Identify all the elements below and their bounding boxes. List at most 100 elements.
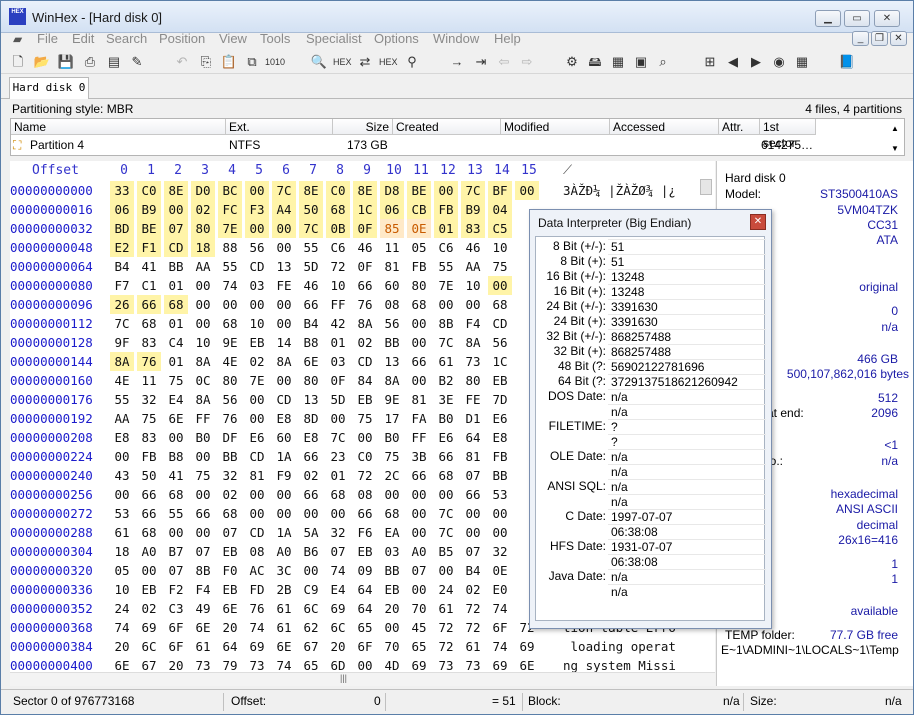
interpreter-value[interactable]: 1997-07-07 (608, 509, 766, 524)
hex-byte[interactable]: 03 (245, 276, 269, 295)
menu-view[interactable]: View (219, 31, 247, 46)
hex-byte[interactable]: 00 (110, 485, 134, 504)
hex-byte[interactable]: 64 (461, 428, 485, 447)
hex-byte[interactable]: 11 (380, 238, 404, 257)
hex-byte[interactable]: 00 (461, 295, 485, 314)
hex-byte[interactable]: 3E (434, 390, 458, 409)
hex-byte[interactable]: 81 (245, 466, 269, 485)
hex-byte[interactable]: A0 (272, 542, 296, 561)
hex-byte[interactable]: 00 (407, 371, 431, 390)
hex-byte[interactable]: 7C (461, 181, 485, 200)
hex-byte[interactable]: 61 (434, 352, 458, 371)
hex-byte[interactable]: 10 (191, 333, 215, 352)
hex-byte[interactable]: C5 (488, 219, 512, 238)
hex-byte[interactable]: 8B (191, 561, 215, 580)
hex-byte[interactable]: 10 (245, 314, 269, 333)
hex-byte[interactable]: 61 (272, 618, 296, 637)
hex-byte[interactable]: FE (272, 276, 296, 295)
hex-byte[interactable]: 66 (407, 466, 431, 485)
hex-byte[interactable]: 00 (272, 371, 296, 390)
hex-byte[interactable]: 09 (353, 561, 377, 580)
hex-byte[interactable]: C3 (164, 599, 188, 618)
ascii-text[interactable]: loading operat (563, 637, 676, 656)
hex-byte[interactable]: 6E (299, 352, 323, 371)
hex-byte[interactable]: A0 (137, 542, 161, 561)
hex-byte[interactable]: 41 (164, 466, 188, 485)
hex-byte[interactable]: CD (272, 390, 296, 409)
hex-byte[interactable]: 70 (380, 637, 404, 656)
hex-byte[interactable]: B4 (461, 561, 485, 580)
hex-byte[interactable]: 20 (110, 637, 134, 656)
hex-byte[interactable]: 64 (353, 580, 377, 599)
hex-byte[interactable]: 7D (488, 390, 512, 409)
hex-byte[interactable]: BC (218, 181, 242, 200)
hex-byte[interactable]: 73 (461, 352, 485, 371)
hex-byte[interactable]: 7C (434, 523, 458, 542)
hex-byte[interactable]: 00 (461, 523, 485, 542)
hex-byte[interactable]: 00 (488, 523, 512, 542)
hex-byte[interactable]: C0 (137, 181, 161, 200)
hex-byte[interactable]: 6E (272, 637, 296, 656)
hex-byte[interactable]: 07 (461, 466, 485, 485)
hex-byte[interactable]: 66 (434, 447, 458, 466)
hex-byte[interactable]: 61 (191, 637, 215, 656)
hex-byte[interactable]: 7E (434, 276, 458, 295)
hex-byte[interactable]: 67 (299, 637, 323, 656)
menu-edit[interactable]: Edit (72, 31, 94, 46)
hex-byte[interactable]: 81 (461, 447, 485, 466)
hex-byte[interactable]: 00 (164, 428, 188, 447)
hex-byte[interactable]: 07 (164, 561, 188, 580)
hex-byte[interactable]: 83 (137, 428, 161, 447)
print-icon[interactable]: ⎙ (81, 53, 99, 71)
hex-byte[interactable]: 84 (353, 371, 377, 390)
interpreter-value[interactable]: n/a (608, 464, 766, 479)
hex-byte[interactable]: 68 (164, 485, 188, 504)
hex-byte[interactable]: 05 (110, 561, 134, 580)
hex-byte[interactable]: 01 (164, 314, 188, 333)
hex-byte[interactable]: F2 (164, 580, 188, 599)
child-close-button[interactable]: ✕ (890, 31, 907, 46)
hex-byte[interactable]: 33 (110, 181, 134, 200)
hex-byte[interactable]: 74 (326, 561, 350, 580)
hex-byte[interactable]: BB (218, 447, 242, 466)
interpreter-value[interactable]: 51 (608, 239, 766, 254)
binary-icon[interactable]: 1010 (265, 53, 285, 71)
edit-icon[interactable]: ✎ (128, 53, 146, 71)
hex-byte[interactable]: 61 (272, 599, 296, 618)
hex-byte[interactable]: 76 (218, 409, 242, 428)
hex-byte[interactable]: 68 (164, 295, 188, 314)
hex-byte[interactable]: 8A (191, 390, 215, 409)
hex-byte[interactable]: 9F (110, 333, 134, 352)
hex-byte[interactable]: 68 (380, 504, 404, 523)
hex-byte[interactable]: 00 (245, 219, 269, 238)
hex-byte[interactable]: EB (380, 580, 404, 599)
hex-byte[interactable]: A4 (272, 200, 296, 219)
hex-byte[interactable]: 9E (380, 390, 404, 409)
hex-byte[interactable]: 0B (326, 219, 350, 238)
hex-byte[interactable]: 06 (380, 200, 404, 219)
hex-byte[interactable]: EB (488, 371, 512, 390)
hex-byte[interactable]: 07 (326, 542, 350, 561)
hex-byte[interactable]: 00 (191, 276, 215, 295)
hex-byte[interactable]: 03 (326, 352, 350, 371)
close-button[interactable]: ✕ (874, 10, 900, 27)
hex-byte[interactable]: 76 (137, 352, 161, 371)
hex-byte[interactable]: CD (245, 523, 269, 542)
hex-byte[interactable]: 68 (326, 200, 350, 219)
hex-byte[interactable]: 55 (218, 257, 242, 276)
hex-byte[interactable]: 66 (137, 485, 161, 504)
hex-byte[interactable]: B4 (110, 257, 134, 276)
hex-byte[interactable]: 00 (434, 181, 458, 200)
hex-byte[interactable]: 46 (353, 238, 377, 257)
hex-byte[interactable]: E4 (326, 580, 350, 599)
interpreter-value[interactable]: 06:38:08 (608, 524, 766, 539)
hex-byte[interactable]: 76 (245, 599, 269, 618)
hex-byte[interactable]: 00 (434, 295, 458, 314)
hex-byte[interactable]: E2 (110, 238, 134, 257)
menu-position[interactable]: Position (159, 31, 205, 46)
search-icon[interactable]: ⌕ (654, 53, 672, 71)
hex-byte[interactable]: 05 (407, 238, 431, 257)
hex-byte[interactable]: E6 (488, 409, 512, 428)
find-hex-icon[interactable]: HEX (333, 53, 352, 71)
hex-byte[interactable]: 53 (488, 485, 512, 504)
